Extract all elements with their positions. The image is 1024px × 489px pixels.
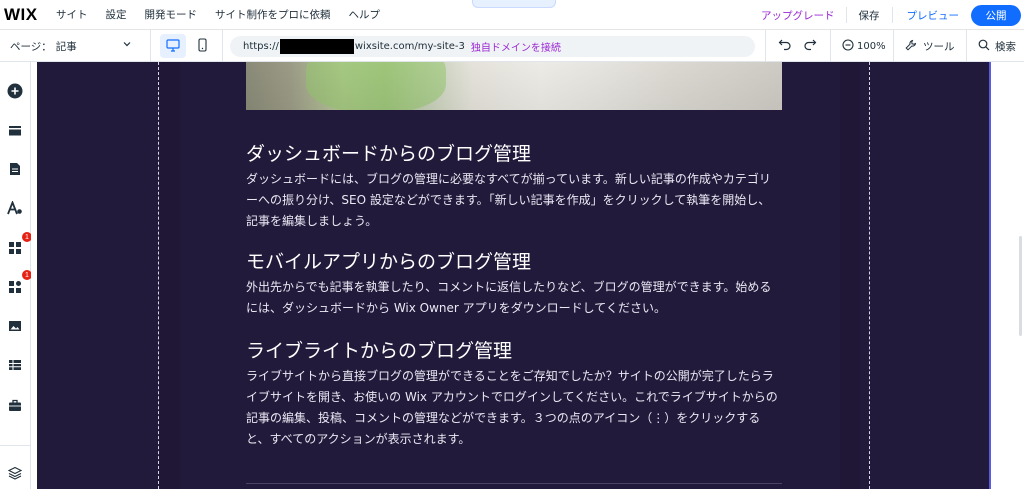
top-right-actions: アップグレード 保存 プレビュー 公開 (761, 0, 1024, 30)
menu-hire-professional[interactable]: サイト制作をプロに依頼 (215, 7, 331, 22)
mobile-view-button[interactable] (192, 34, 212, 58)
article-divider (246, 483, 782, 484)
image-shade (246, 62, 782, 110)
canvas-scrollbar[interactable] (1019, 236, 1022, 336)
undo-icon[interactable] (778, 38, 792, 55)
wrench-icon (905, 39, 917, 54)
top-menu-bar: WIX サイト 設定 開発モード サイト制作をプロに依頼 ヘルプ ⌃ アップグレ… (0, 0, 1024, 30)
apps-icon[interactable] (7, 240, 23, 256)
gridline-guide (869, 62, 870, 489)
page-selector[interactable]: ページ： 記事 (10, 30, 131, 62)
article-section-dashboard: ダッシュボードからのブログ管理 ダッシュボードには、ブログの管理に必要なすべてが… (246, 142, 782, 232)
zoom-out-icon (842, 38, 854, 54)
divider (893, 30, 894, 62)
desktop-icon (166, 37, 180, 56)
canvas-selection-border (989, 62, 991, 489)
article-section-mobile-app: モバイルアプリからのブログ管理 外出先からでも記事を執筆したり、コメントに返信し… (246, 250, 782, 319)
left-sidebar: 1 1 (0, 62, 32, 489)
divider (222, 30, 223, 62)
wix-logo[interactable]: WIX (4, 5, 56, 25)
chevron-down-icon (122, 39, 132, 52)
design-icon[interactable] (7, 200, 23, 216)
main-menu: サイト 設定 開発モード サイト制作をプロに依頼 ヘルプ (56, 7, 398, 22)
site-url-bar[interactable]: https:// wixsite.com/my-site-3 独自ドメインを接続 (230, 36, 755, 57)
editor-canvas[interactable]: ダッシュボードからのブログ管理 ダッシュボードには、ブログの管理に必要なすべてが… (31, 62, 1024, 489)
zoom-control[interactable]: 100% (842, 30, 886, 62)
divider (0, 445, 31, 446)
preview-button[interactable]: プレビュー (907, 8, 960, 23)
menu-dev-mode[interactable]: 開発モード (145, 7, 198, 22)
tools-button[interactable]: ツール (905, 30, 955, 62)
page-selector-label: ページ： (10, 40, 52, 53)
section-heading: ライブライトからのブログ管理 (246, 340, 513, 362)
redacted-url-segment (279, 39, 354, 54)
gridline-guide (158, 62, 159, 489)
divider (150, 30, 151, 62)
search-button[interactable]: 検索 (978, 30, 1016, 62)
section-heading: ダッシュボードからのブログ管理 (246, 143, 532, 165)
chevron-up-icon: ⌃ (509, 0, 517, 6)
business-apps-icon[interactable] (7, 279, 23, 295)
section-body: ライブサイトから直接ブログの管理ができることをご存知でしたか？サイトの公開が完了… (246, 369, 778, 446)
gutter-strip (160, 62, 180, 489)
url-suffix: wixsite.com/my-site-3 (354, 41, 465, 52)
menu-settings[interactable]: 設定 (106, 7, 127, 22)
menu-site[interactable]: サイト (56, 7, 88, 22)
portfolio-icon[interactable] (7, 397, 23, 413)
cms-icon[interactable] (7, 357, 23, 373)
page-selector-value: 記事 (55, 40, 77, 53)
media-icon[interactable] (7, 318, 23, 334)
divider (891, 7, 893, 23)
mobile-icon (197, 37, 207, 56)
site-page: ダッシュボードからのブログ管理 ダッシュボードには、ブログの管理に必要なすべてが… (37, 62, 989, 489)
divider (966, 30, 967, 62)
add-elements-icon[interactable] (7, 83, 23, 99)
collapse-toolbar-button[interactable]: ⌃ (472, 0, 556, 8)
section-body: ダッシュボードには、ブログの管理に必要なすべてが揃っています。新しい記事の作成や… (246, 172, 771, 228)
redo-icon[interactable] (803, 38, 817, 55)
tools-label: ツール (923, 40, 955, 53)
section-body: 外出先からでも記事を執筆したり、コメントに返信したりなど、ブログの管理ができます… (246, 280, 772, 315)
publish-button[interactable]: 公開 (971, 4, 1021, 26)
divider (845, 7, 847, 23)
pages-icon[interactable] (7, 161, 23, 177)
section-heading: モバイルアプリからのブログ管理 (246, 251, 532, 273)
article-section-live-site: ライブライトからのブログ管理 ライブサイトから直接ブログの管理ができることをご存… (246, 339, 782, 450)
gutter-strip (840, 62, 860, 489)
divider (830, 30, 831, 62)
divider (765, 30, 766, 62)
save-button[interactable]: 保存 (859, 8, 880, 23)
zoom-level: 100% (857, 40, 886, 52)
upgrade-link[interactable]: アップグレード (761, 8, 835, 23)
sections-icon[interactable] (7, 123, 23, 139)
editor-toolbar: ページ： 記事 https:// wixsite.com/my-site-3 独… (0, 30, 1024, 62)
blog-cover-image[interactable] (246, 62, 782, 110)
menu-help[interactable]: ヘルプ (349, 7, 381, 22)
search-icon (978, 39, 990, 54)
desktop-view-button[interactable] (160, 34, 186, 58)
wix-editor: WIX サイト 設定 開発モード サイト制作をプロに依頼 ヘルプ ⌃ アップグレ… (0, 0, 1024, 489)
url-prefix: https:// (243, 41, 279, 52)
search-label: 検索 (995, 40, 1016, 53)
connect-domain-link[interactable]: 独自ドメインを接続 (471, 39, 561, 54)
layers-icon[interactable] (7, 465, 23, 481)
